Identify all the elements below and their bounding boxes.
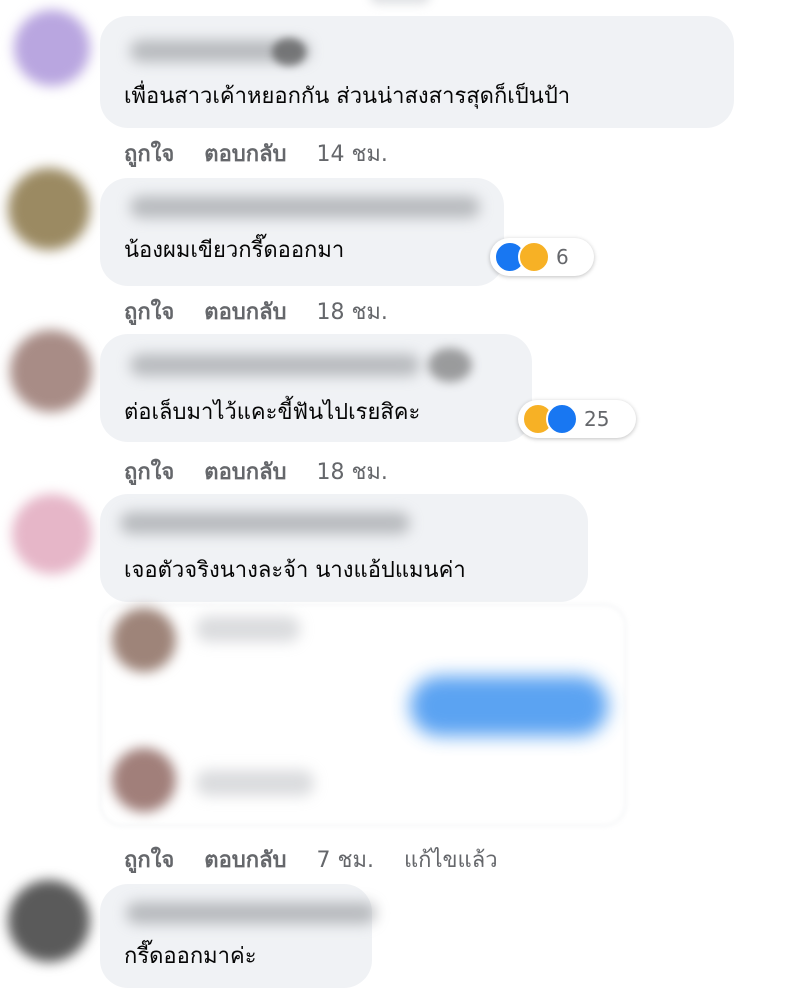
commenter-name[interactable] <box>120 512 410 534</box>
timestamp[interactable]: 14 ชม. <box>317 142 388 167</box>
comment-actions: ถูกใจ ตอบกลับ 18 ชม. <box>124 294 418 329</box>
badge-icon <box>272 38 306 66</box>
avatar[interactable] <box>12 494 92 574</box>
comment-text: เพื่อนสาวเค้าหยอกกัน ส่วนน่าสงสารสุดก็เป… <box>124 84 571 109</box>
timestamp[interactable]: 18 ชม. <box>317 460 388 485</box>
top-partial-meta <box>370 0 430 4</box>
comment-bubble <box>100 884 372 988</box>
avatar[interactable] <box>8 880 90 962</box>
reaction-count: 25 <box>584 407 610 431</box>
comment-text: ต่อเล็บมาไว้แคะขี้ฟันไปเรยสิคะ <box>124 400 421 425</box>
reply-name-blur <box>196 616 300 642</box>
reply-button-blur <box>410 676 608 736</box>
commenter-name[interactable] <box>130 196 480 218</box>
reply-button[interactable]: ตอบกลับ <box>204 848 286 873</box>
comment-text: กรี๊ดออกมาค่ะ <box>124 944 257 969</box>
like-button[interactable]: ถูกใจ <box>124 848 174 873</box>
comment-actions: ถูกใจ ตอบกลับ 7 ชม. แก้ไขแล้ว <box>124 842 528 877</box>
badge-icon <box>428 348 472 382</box>
timestamp[interactable]: 18 ชม. <box>317 300 388 325</box>
comment-text: เจอตัวจริงนางละจ้า นางแอ้ปแมนค่า <box>124 558 466 583</box>
avatar[interactable] <box>8 168 90 250</box>
comment-actions: ถูกใจ ตอบกลับ 14 ชม. <box>124 136 418 171</box>
reply-avatar <box>112 608 176 672</box>
comment-actions: ถูกใจ ตอบกลับ 18 ชม. <box>124 454 418 489</box>
reply-name-blur <box>196 770 314 796</box>
reply-button[interactable]: ตอบกลับ <box>204 460 286 485</box>
avatar[interactable] <box>10 330 92 412</box>
comment-text: น้องผมเขียวกรี๊ดออกมา <box>124 238 345 263</box>
comment-bubble <box>100 178 504 286</box>
commenter-name[interactable] <box>126 902 376 924</box>
like-button[interactable]: ถูกใจ <box>124 142 174 167</box>
edited-label[interactable]: แก้ไขแล้ว <box>404 848 498 873</box>
reply-avatar <box>112 748 176 812</box>
avatar[interactable] <box>14 10 90 86</box>
like-icon <box>546 403 578 435</box>
timestamp[interactable]: 7 ชม. <box>317 848 374 873</box>
reaction-count: 6 <box>556 245 569 269</box>
reply-button[interactable]: ตอบกลับ <box>204 300 286 325</box>
reply-button[interactable]: ตอบกลับ <box>204 142 286 167</box>
reaction-summary[interactable]: 6 <box>490 238 594 276</box>
commenter-name[interactable] <box>130 354 420 376</box>
reaction-summary[interactable]: 25 <box>518 400 636 438</box>
haha-icon <box>518 241 550 273</box>
like-button[interactable]: ถูกใจ <box>124 300 174 325</box>
like-button[interactable]: ถูกใจ <box>124 460 174 485</box>
